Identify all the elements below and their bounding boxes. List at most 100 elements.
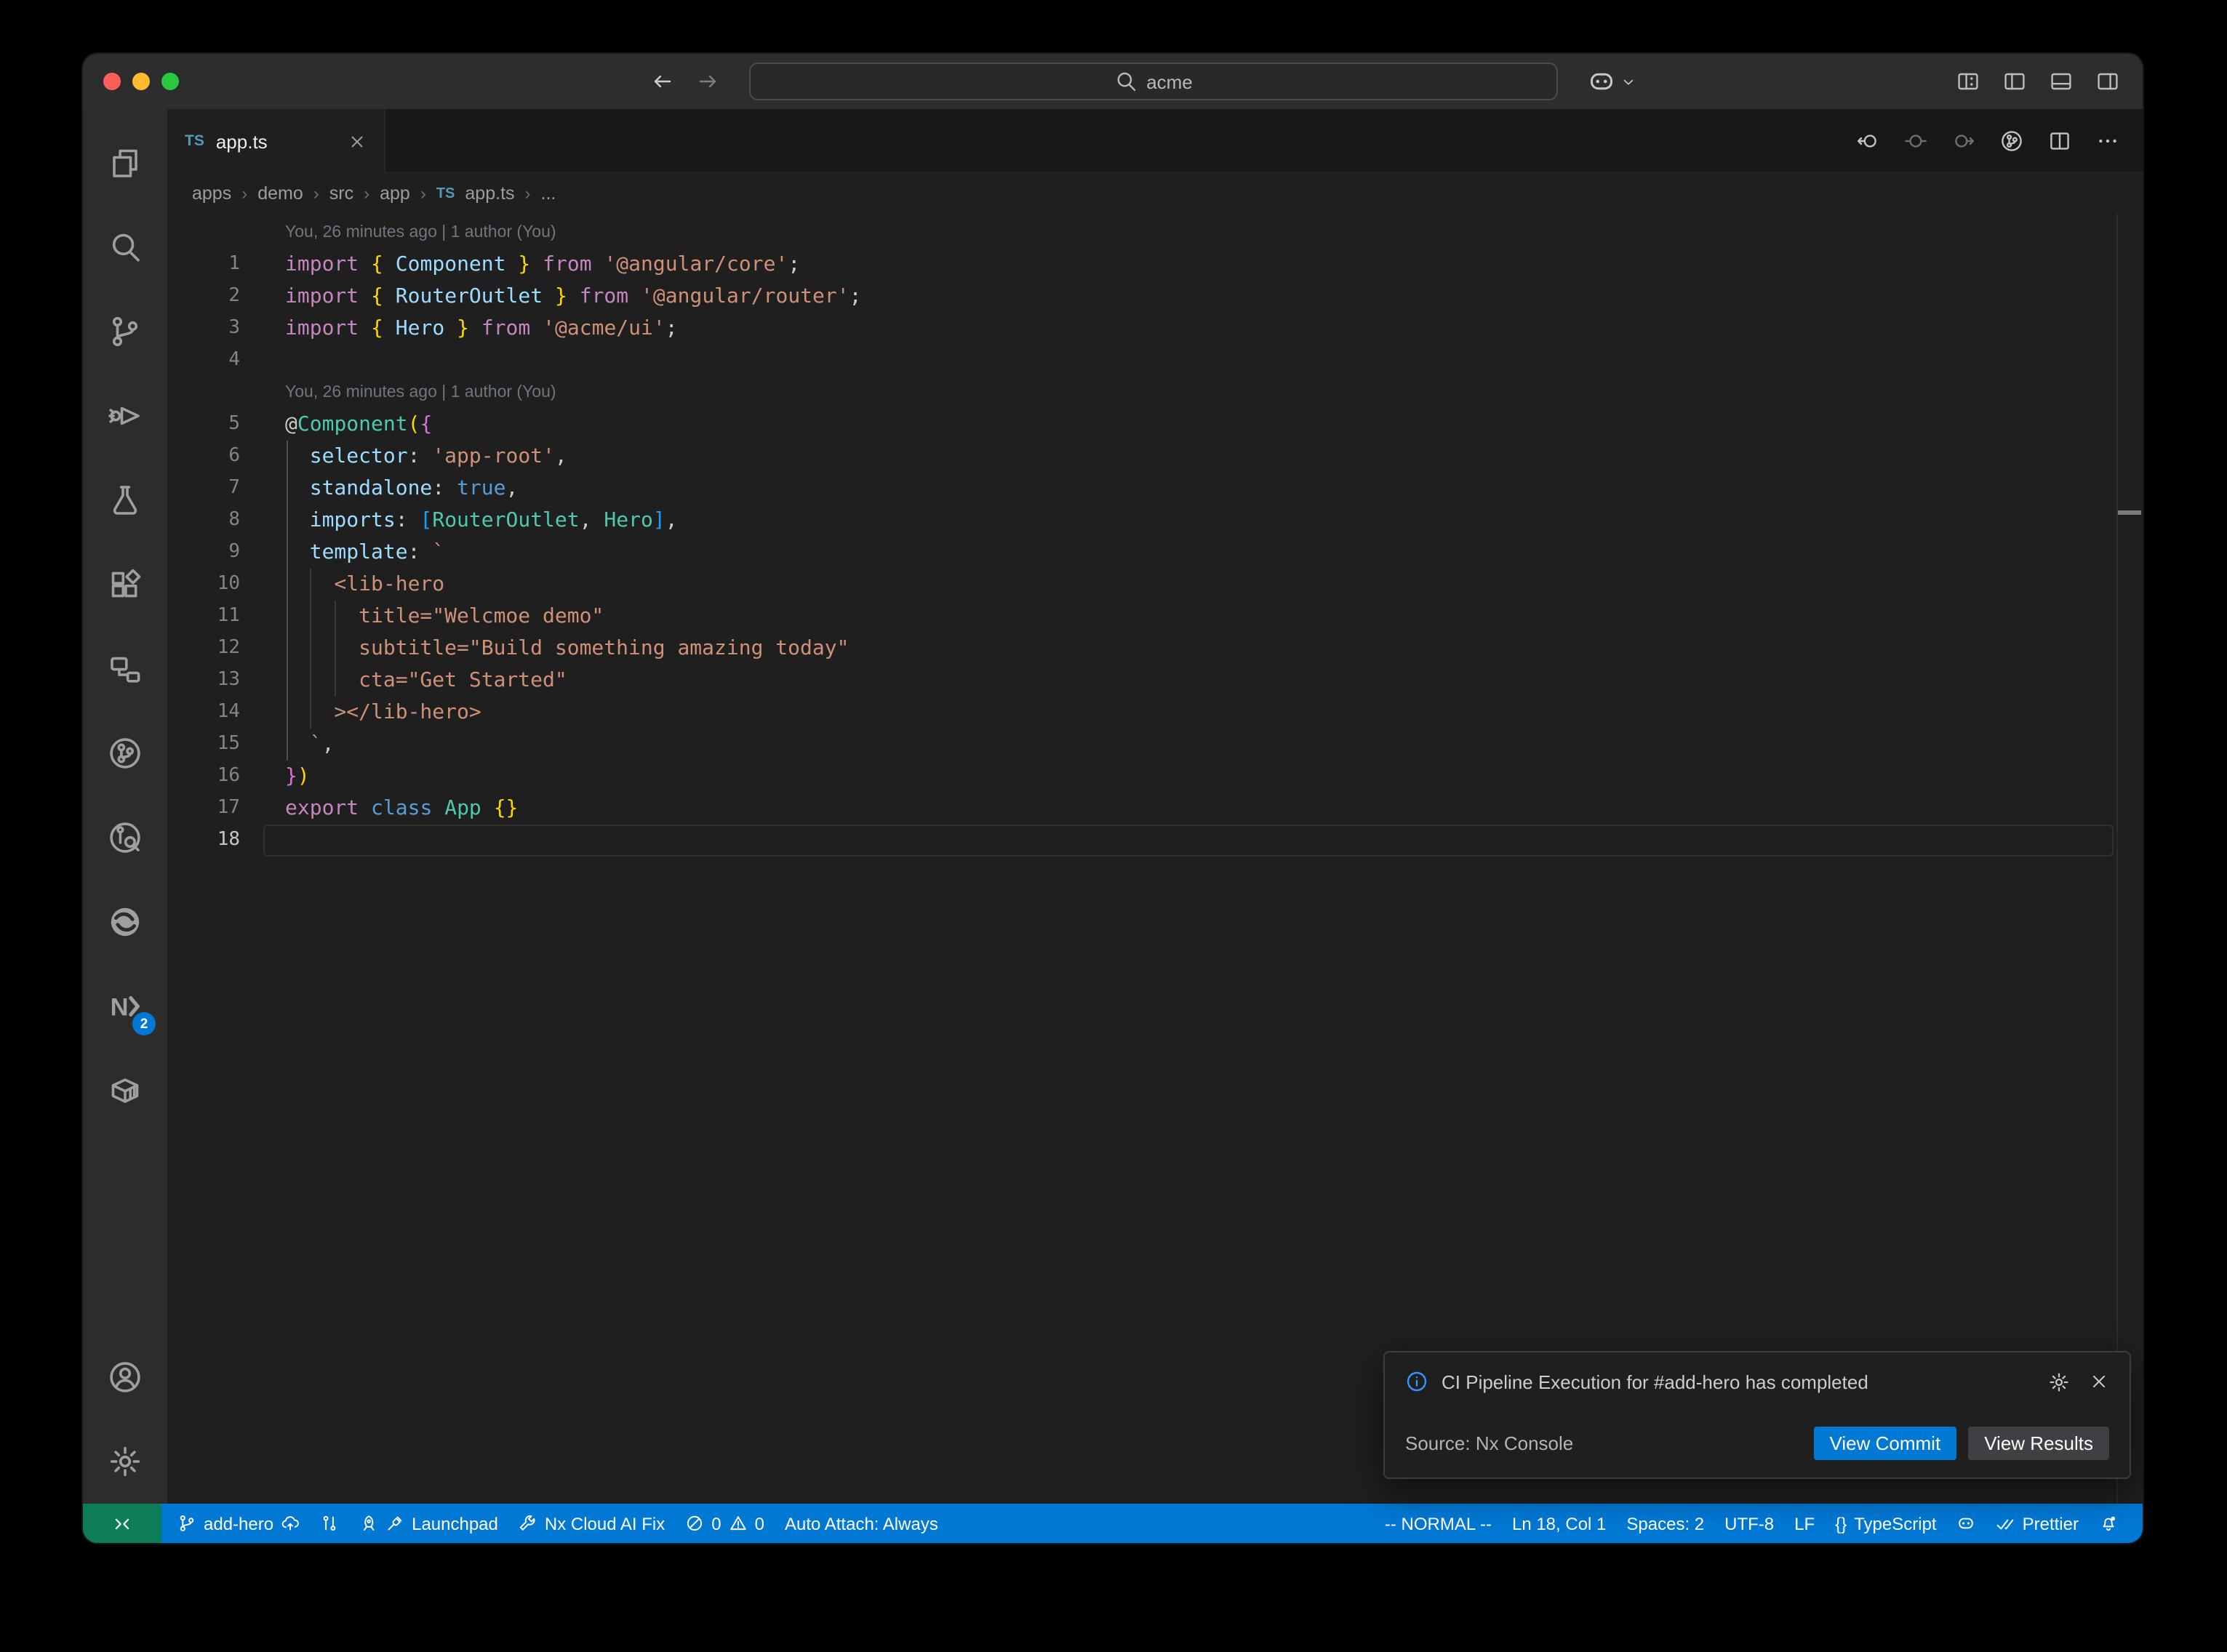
line-number: 13 [167,665,240,697]
toggle-secondary-sidebar-icon[interactable] [2096,70,2119,93]
breadcrumb-item[interactable]: app.ts [465,183,514,204]
more-actions-button[interactable] [2096,129,2119,152]
view-commit-button[interactable]: View Commit [1814,1427,1957,1460]
status-bar-left: add-hero LaunchpadNx Cloud AI Fix00Auto A… [167,1504,948,1543]
search-value: acme [1146,71,1193,92]
activity-bar-item-search[interactable] [83,205,167,289]
history-navigation [650,70,720,93]
close-tab-icon[interactable] [348,132,367,151]
nx-cloud-ai-fix-status[interactable]: Nx Cloud AI Fix [508,1504,675,1543]
files-icon [108,145,143,180]
problems-status[interactable]: 00 [675,1504,775,1543]
go-back-button[interactable] [650,70,673,93]
activity-bar-item-run-and-debug[interactable] [83,374,167,458]
notifications-bell[interactable] [2089,1504,2128,1543]
activity-bar-item-gitlens-search-compare[interactable] [83,795,167,880]
blame-text: You, 26 minutes ago | 1 author (You) [285,217,556,249]
activity-bar-item-nx-cloud[interactable] [83,880,167,964]
gitlens-annotations-button[interactable] [1904,129,1927,152]
activity-bar-item-nx-console[interactable]: N2 [83,964,167,1048]
gitlens-graph-button[interactable] [2000,129,2023,152]
tab-app-ts[interactable]: TS app.ts [167,109,385,173]
activity-bar-item-gitlens[interactable] [83,711,167,795]
git-branch-icon [108,314,143,349]
status-label: LF [1794,1513,1815,1533]
line-number [167,217,240,249]
gitlens-previous-change-button[interactable] [1856,129,1879,152]
breadcrumb-separator-icon: › [364,183,369,204]
notification-close-icon[interactable] [2089,1371,2109,1392]
notification-settings-icon[interactable] [2048,1371,2070,1392]
toggle-primary-sidebar-icon[interactable] [2003,70,2026,93]
branch-status[interactable]: add-hero [167,1504,310,1543]
breadcrumb-item[interactable]: ... [541,183,556,204]
code-text: import { Hero } from '@acme/ui'; [285,313,678,345]
activity-bar-item-accounts[interactable] [83,1335,167,1419]
code-line: 10 <lib-hero [167,569,2143,601]
remote-indicator[interactable] [83,1504,161,1543]
code-line: 6 selector: 'app-root', [167,441,2143,473]
line-number: 10 [167,569,240,601]
commit-graph-status[interactable] [310,1504,349,1543]
scrollbar[interactable] [2116,214,2143,1504]
activity-bar-item-manage[interactable] [83,1419,167,1504]
split-editor-button[interactable] [2048,129,2071,152]
eol-status[interactable]: LF [1784,1504,1825,1543]
launchpad-status[interactable]: Launchpad [349,1504,508,1543]
copilot-status[interactable] [1947,1504,1986,1543]
gitlens-icon [108,736,143,771]
zoom-button[interactable] [161,73,179,90]
view-results-button[interactable]: View Results [1968,1427,2109,1460]
line-number: 9 [167,537,240,569]
activity-bar-item-testing[interactable] [83,458,167,542]
minimize-button[interactable] [132,73,150,90]
encoding-status[interactable]: UTF-8 [1714,1504,1784,1543]
customize-layout-icon[interactable] [1956,70,1980,93]
line-number [167,377,240,409]
code-line: 14 ></lib-hero> [167,697,2143,729]
breadcrumb-item[interactable]: demo [257,183,303,204]
close-button[interactable] [103,73,121,90]
activity-bar-item-source-control[interactable] [83,289,167,374]
git-branch-icon [177,1514,196,1533]
cursor-position-status[interactable]: Ln 18, Col 1 [1502,1504,1616,1543]
line-number: 4 [167,345,240,377]
command-center-search[interactable]: acme [749,63,1558,100]
code-editor[interactable]: You, 26 minutes ago | 1 author (You)1imp… [167,214,2143,1504]
code-text: }) [285,761,310,793]
copilot-icon [1587,67,1616,96]
breadcrumb-item[interactable]: apps [192,183,231,204]
activity-bar-item-containers[interactable] [83,1048,167,1133]
gitlens-next-change-button[interactable] [1952,129,1975,152]
tab-bar: TS app.ts [167,109,2143,173]
activity-bar-item-explorer[interactable] [83,121,167,205]
status-label: Spaces: 2 [1626,1513,1704,1533]
info-icon [1405,1370,1428,1393]
breadcrumb-item[interactable]: src [329,183,353,204]
status-label: add-hero [204,1513,273,1533]
line-number: 7 [167,473,240,505]
breadcrumb-separator-icon: › [313,183,319,204]
notification-toast: CI Pipeline Execution for #add-hero has … [1383,1351,2131,1479]
breadcrumb-separator-icon: › [525,183,531,204]
status-label: 0 [711,1513,721,1533]
indentation-status[interactable]: Spaces: 2 [1616,1504,1714,1543]
copilot-menu[interactable] [1587,67,1636,96]
cloud-upload-icon [281,1514,300,1533]
code-line: 17export class App {} [167,793,2143,825]
commit-graph-icon [320,1514,339,1533]
account-icon [108,1360,143,1395]
go-forward-button[interactable] [697,70,720,93]
activity-bar-item-project-explorer[interactable] [83,627,167,711]
current-line-highlight [263,825,2114,857]
toggle-panel-icon[interactable] [2050,70,2073,93]
breadcrumb-item[interactable]: app [380,183,410,204]
vim-mode-status[interactable]: -- NORMAL -- [1375,1504,1502,1543]
activity-bar-item-extensions[interactable] [83,542,167,627]
nodes-icon [108,651,143,686]
auto-attach-status[interactable]: Auto Attach: Always [775,1504,948,1543]
status-label: {} [1835,1513,1847,1533]
language-status[interactable]: {}TypeScript [1825,1504,1946,1543]
prettier-status[interactable]: Prettier [1986,1504,2089,1543]
gitlens-search-icon [108,820,143,855]
